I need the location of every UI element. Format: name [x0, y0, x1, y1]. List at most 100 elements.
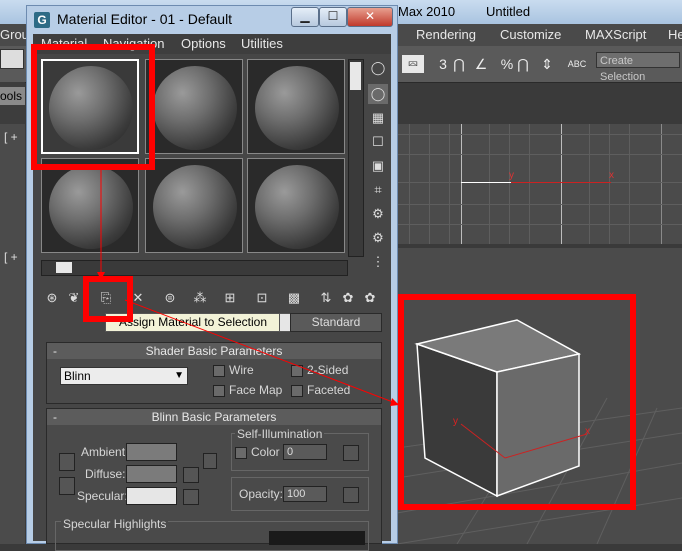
material-navigator-icon[interactable]: ⋮ — [368, 252, 388, 272]
wire-checkbox[interactable] — [213, 365, 225, 377]
top-viewport[interactable]: y x — [397, 124, 682, 244]
maximize-button[interactable]: ☐ — [319, 7, 347, 27]
spinner-snap-icon[interactable]: ⇕ — [536, 52, 558, 76]
diffuse-map-button[interactable] — [183, 467, 199, 483]
material-slot-2[interactable] — [145, 59, 243, 154]
left-viewport-label: [ + — [4, 130, 18, 144]
slots-vertical-scrollbar[interactable] — [348, 59, 364, 257]
sample-sphere — [255, 165, 339, 249]
go-forward-sibling-icon[interactable]: ✿ — [360, 288, 380, 308]
options-icon[interactable]: ⚙ — [368, 204, 388, 224]
opacity-label: Opacity: — [239, 487, 284, 501]
annotation-box-slot — [31, 44, 155, 170]
get-material-icon[interactable]: ⊛ — [42, 288, 62, 308]
background-checker-icon[interactable]: ▦ — [368, 108, 388, 128]
put-to-library-icon[interactable]: ⊞ — [220, 288, 240, 308]
menu-maxscript[interactable]: MAXScript — [585, 27, 646, 42]
backlight-icon[interactable]: ◯ — [368, 84, 388, 104]
menu-utilities[interactable]: Utilities — [241, 36, 283, 51]
selection-set-field[interactable]: Create Selection — [596, 52, 680, 83]
specular-color-swatch[interactable] — [126, 487, 177, 505]
hscroll-thumb[interactable] — [56, 262, 72, 273]
close-button[interactable]: ✕ — [347, 7, 393, 27]
snap-number: 3 — [439, 56, 447, 72]
select-window-icon[interactable]: ⮹ — [402, 55, 424, 73]
sample-sphere — [153, 66, 237, 150]
show-end-result-icon[interactable]: ⇅ — [316, 288, 336, 308]
make-unique-icon[interactable]: ⁂ — [190, 288, 210, 308]
menu-customize[interactable]: Customize — [500, 27, 561, 42]
opacity-spinner[interactable]: 100 — [283, 486, 327, 502]
self-illum-color-label: Color — [251, 445, 280, 459]
specular-highlights-label: Specular Highlights — [61, 517, 169, 531]
minimize-button[interactable]: ▁ — [291, 7, 319, 27]
sample-sphere — [153, 165, 237, 249]
material-slot-3[interactable] — [247, 59, 345, 154]
3dsmax-logo-icon: G — [34, 12, 50, 28]
shader-basic-rollout: - Shader Basic Parameters Blinn ▼ Wire 2-S… — [46, 342, 382, 404]
self-illum-color-checkbox[interactable] — [235, 447, 247, 459]
menu-options[interactable]: Options — [181, 36, 226, 51]
sample-sphere — [49, 165, 133, 249]
lock-ambient-diffuse-button[interactable] — [59, 453, 75, 471]
tools-tab[interactable]: ools — [0, 87, 25, 105]
menu-group[interactable]: Grou — [0, 27, 29, 42]
top-axis-y: y — [509, 170, 514, 181]
face-map-label: Face Map — [229, 383, 283, 397]
material-slot-5[interactable] — [145, 158, 243, 253]
chevron-down-icon: ▼ — [174, 370, 184, 381]
specular-label: Specular: — [77, 489, 128, 503]
highlight-graph — [269, 531, 365, 545]
shader-type-value: Blinn — [64, 369, 91, 383]
menu-help[interactable]: He — [668, 27, 682, 42]
shader-rollout-header[interactable]: - Shader Basic Parameters — [47, 343, 381, 359]
left-viewport-label-2: [ + — [4, 250, 18, 264]
app-title-version: Max 2010 — [398, 4, 456, 19]
specular-map-button[interactable] — [183, 489, 199, 505]
side-tool-column: ◯ ◯ ▦ ☐ ▣ ⌗ ⚙ ⚙ ⋮ — [368, 58, 392, 278]
magnet-icon[interactable]: ⋂ — [448, 52, 470, 76]
blinn-basic-rollout: - Blinn Basic Parameters Ambient: Diffuse… — [46, 408, 382, 551]
percent-magnet-icon[interactable]: ⋂ — [512, 52, 534, 76]
sample-type-sphere-icon[interactable]: ◯ — [368, 58, 388, 78]
abc-label: ABC — [567, 59, 587, 69]
blinn-rollout-header[interactable]: - Blinn Basic Parameters — [47, 409, 381, 425]
lock-diffuse-specular-button[interactable] — [59, 477, 75, 495]
named-selection-icon[interactable]: ABC — [566, 52, 588, 76]
select-by-material-icon[interactable]: ⚙ — [368, 228, 388, 248]
top-axis-x: x — [609, 170, 614, 181]
material-effects-channel-icon[interactable]: ⊡ — [252, 288, 272, 308]
sample-uv-tiling-icon[interactable]: ☐ — [368, 132, 388, 152]
face-map-checkbox[interactable] — [213, 385, 225, 397]
left-viewport[interactable]: [ + [ + — [0, 124, 25, 544]
menu-rendering[interactable]: Rendering — [416, 27, 476, 42]
material-slot-4[interactable] — [41, 158, 139, 253]
vscroll-thumb[interactable] — [350, 62, 361, 90]
material-editor-titlebar[interactable]: G Material Editor - 01 - Default ▁ ☐ ✕ — [27, 6, 397, 34]
left-combo[interactable] — [0, 49, 24, 69]
app-title-doc: Untitled — [486, 4, 531, 19]
shader-rollout-title: Shader Basic Parameters — [145, 344, 283, 358]
sample-sphere — [255, 66, 339, 150]
material-type-button[interactable]: Standard — [290, 313, 382, 332]
self-illum-spinner[interactable]: 0 — [283, 444, 327, 460]
lock-icon[interactable] — [203, 453, 217, 469]
show-map-in-viewport-icon[interactable]: ▩ — [284, 288, 304, 308]
slots-horizontal-scrollbar[interactable] — [41, 260, 348, 276]
ambient-color-swatch[interactable] — [126, 443, 177, 461]
self-illumination-label: Self-Illumination — [235, 427, 325, 441]
angle-snap-icon[interactable]: ∠ — [470, 52, 492, 76]
make-preview-icon[interactable]: ⌗ — [368, 180, 388, 200]
opacity-map-button[interactable] — [343, 487, 359, 503]
faceted-checkbox[interactable] — [291, 385, 303, 397]
ambient-label: Ambient: — [81, 445, 129, 459]
material-slot-6[interactable] — [247, 158, 345, 253]
shader-type-dropdown[interactable]: Blinn ▼ — [60, 367, 188, 385]
self-illum-map-button[interactable] — [343, 445, 359, 461]
diffuse-color-swatch[interactable] — [126, 465, 177, 483]
make-copy-icon[interactable]: ⊜ — [160, 288, 180, 308]
put-to-scene-icon[interactable]: ❦ — [64, 288, 84, 308]
go-to-parent-icon[interactable]: ✿ — [338, 288, 358, 308]
two-sided-checkbox[interactable] — [291, 365, 303, 377]
video-color-check-icon[interactable]: ▣ — [368, 156, 388, 176]
